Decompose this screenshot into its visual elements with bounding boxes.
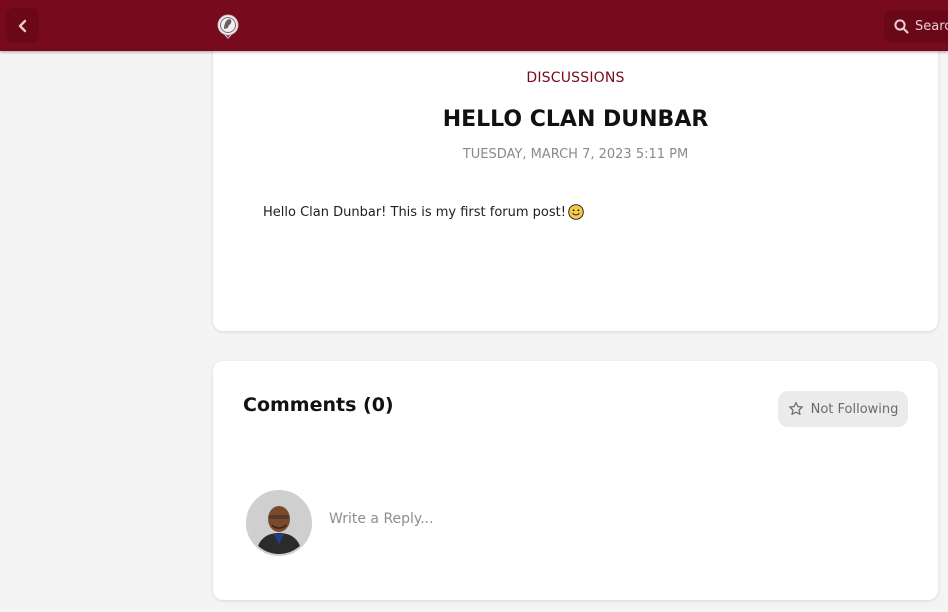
star-outline-icon xyxy=(788,401,803,415)
top-bar: Search xyxy=(0,0,948,51)
comments-title: Comments (0) xyxy=(243,394,394,416)
search-label: Search xyxy=(915,19,948,34)
post-date: TUESDAY, MARCH 7, 2023 5:11 PM xyxy=(462,147,689,162)
chevron-left-icon xyxy=(18,19,26,32)
post-category[interactable]: DISCUSSIONS xyxy=(213,70,938,86)
search-box[interactable]: Search xyxy=(884,10,948,43)
back-button[interactable] xyxy=(6,8,39,43)
follow-button-label: Not Following xyxy=(810,401,899,417)
post-title: HELLO CLAN DUNBAR xyxy=(442,107,709,132)
search-icon xyxy=(894,19,909,34)
user-photo-icon xyxy=(248,492,310,554)
avatar xyxy=(246,490,312,556)
follow-button[interactable]: Not Following xyxy=(778,391,908,427)
smiling-face-emoji-icon xyxy=(568,204,584,220)
reply-input[interactable] xyxy=(329,505,889,533)
post-body: Hello Clan Dunbar! This is my first foru… xyxy=(263,204,584,220)
post-body-text: Hello Clan Dunbar! This is my first foru… xyxy=(263,204,566,220)
clan-crest-logo[interactable] xyxy=(216,12,240,40)
comments-card: Comments (0) Not Following xyxy=(213,361,938,600)
post-card: DISCUSSIONS HELLO CLAN DUNBAR TUESDAY, M… xyxy=(213,40,938,331)
